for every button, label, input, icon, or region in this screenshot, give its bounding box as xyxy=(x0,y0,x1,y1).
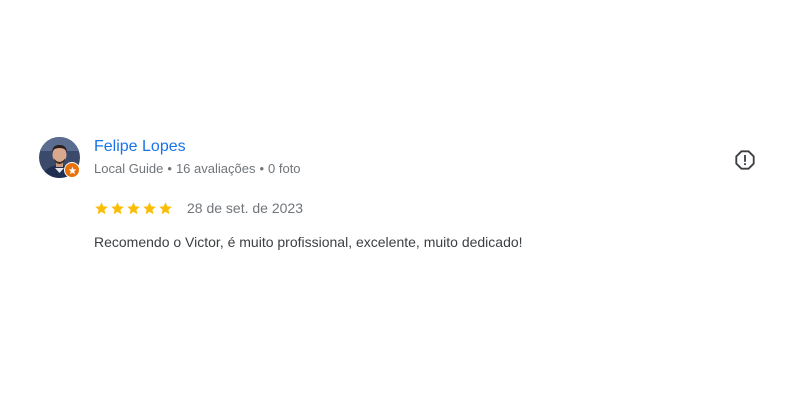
local-guide-badge-icon xyxy=(64,162,80,178)
author-avatar[interactable] xyxy=(39,137,80,178)
star-rating xyxy=(94,201,173,216)
star-icon xyxy=(127,201,140,214)
star-icon xyxy=(159,201,172,214)
author-meta: Local Guide • 16 avaliações • 0 foto xyxy=(94,160,301,178)
rating-row: 28 de set. de 2023 xyxy=(94,198,303,218)
review-text: Recomendo o Victor, é muito profissional… xyxy=(94,234,523,250)
report-review-button[interactable] xyxy=(733,148,757,172)
review-card: Felipe Lopes Local Guide • 16 avaliações • 0… xyxy=(0,0,800,400)
reviews-count: 16 avaliações xyxy=(175,161,256,176)
meta-separator: • xyxy=(259,161,265,176)
local-guide-label: Local Guide xyxy=(94,161,164,176)
star-icon xyxy=(143,201,156,214)
star-icon xyxy=(111,201,124,214)
author-name-link[interactable]: Felipe Lopes xyxy=(94,137,186,157)
photos-count: 0 foto xyxy=(268,161,301,176)
star-icon xyxy=(95,201,108,214)
meta-separator: • xyxy=(167,161,172,176)
star-badge-glyph xyxy=(68,166,76,174)
review-date: 28 de set. de 2023 xyxy=(187,200,303,216)
report-flag-icon xyxy=(735,150,755,170)
